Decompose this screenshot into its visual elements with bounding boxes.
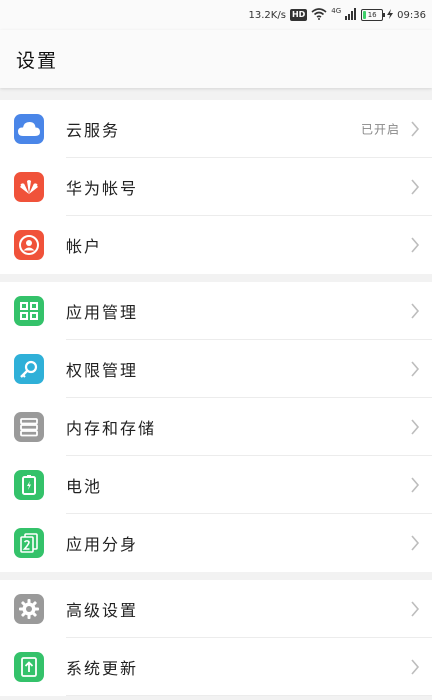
- chevron-right-icon: [411, 361, 420, 377]
- settings-item-label: 云服务: [66, 121, 121, 140]
- charging-icon: [387, 8, 394, 22]
- chevron-right-icon: [411, 477, 420, 493]
- settings-item-label: 华为帐号: [66, 179, 139, 198]
- status-bar: 13.2K/s HD 4G 16 09:36: [0, 0, 432, 30]
- settings-item-label: 系统更新: [66, 659, 139, 678]
- chevron-right-icon: [411, 419, 420, 435]
- gear-icon: [14, 594, 44, 624]
- app-grid-icon: [14, 296, 44, 326]
- battery-indicator: 16: [361, 9, 386, 21]
- settings-item-label: 电池: [66, 477, 103, 496]
- clock: 09:36: [397, 9, 426, 21]
- settings-item-advanced-settings[interactable]: 高级设置: [0, 580, 432, 638]
- settings-item-cloud[interactable]: 云服务 已开启: [0, 100, 432, 158]
- network-type: 4G: [331, 7, 342, 15]
- settings-item-huawei-account[interactable]: 华为帐号: [0, 158, 432, 216]
- huawei-logo-icon: [14, 172, 44, 202]
- title-bar: 设置: [0, 30, 432, 88]
- signal-icon: [345, 7, 357, 23]
- settings-item-app-twin[interactable]: 应用分身: [0, 514, 432, 572]
- status-indicators: 13.2K/s HD 4G 16 09:36: [249, 6, 426, 24]
- settings-item-accounts[interactable]: 帐户: [0, 216, 432, 274]
- battery-level: 16: [367, 11, 377, 19]
- system-update-icon: [14, 652, 44, 682]
- settings-item-label: 帐户: [66, 237, 103, 256]
- settings-item-label: 权限管理: [66, 361, 139, 380]
- settings-item-battery[interactable]: 电池: [0, 456, 432, 514]
- settings-group-account: 云服务 已开启 华为帐号 帐户: [0, 100, 432, 274]
- page-title: 设置: [16, 50, 59, 72]
- battery-icon: [14, 470, 44, 500]
- network-speed: 13.2K/s: [248, 9, 286, 21]
- settings-item-label: 应用管理: [66, 303, 139, 322]
- settings-item-permission-management[interactable]: 权限管理: [0, 340, 432, 398]
- chevron-right-icon: [411, 601, 420, 617]
- settings-item-memory-storage[interactable]: 内存和存储: [0, 398, 432, 456]
- chevron-right-icon: [411, 659, 420, 675]
- settings-item-label: 内存和存储: [66, 419, 157, 438]
- hd-badge: HD: [289, 9, 308, 21]
- wifi-icon: [311, 7, 327, 23]
- account-icon: [14, 230, 44, 260]
- divider: [66, 695, 432, 696]
- chevron-right-icon: [411, 535, 420, 551]
- chevron-right-icon: [411, 303, 420, 319]
- app-twin-icon: [14, 528, 44, 558]
- settings-group-device: 应用管理 权限管理 内存和存储 电池 应用分身: [0, 282, 432, 572]
- settings-item-label: 高级设置: [66, 601, 139, 620]
- key-icon: [14, 354, 44, 384]
- settings-item-app-management[interactable]: 应用管理: [0, 282, 432, 340]
- storage-icon: [14, 412, 44, 442]
- chevron-right-icon: [411, 237, 420, 253]
- cloud-icon: [14, 114, 44, 144]
- settings-item-value: 已开启: [360, 122, 400, 137]
- chevron-right-icon: [411, 121, 420, 137]
- battery-fill: [363, 11, 367, 19]
- chevron-right-icon: [411, 179, 420, 195]
- settings-item-system-update[interactable]: 系统更新: [0, 638, 432, 696]
- settings-group-system: 高级设置 系统更新: [0, 580, 432, 696]
- settings-item-label: 应用分身: [66, 535, 139, 554]
